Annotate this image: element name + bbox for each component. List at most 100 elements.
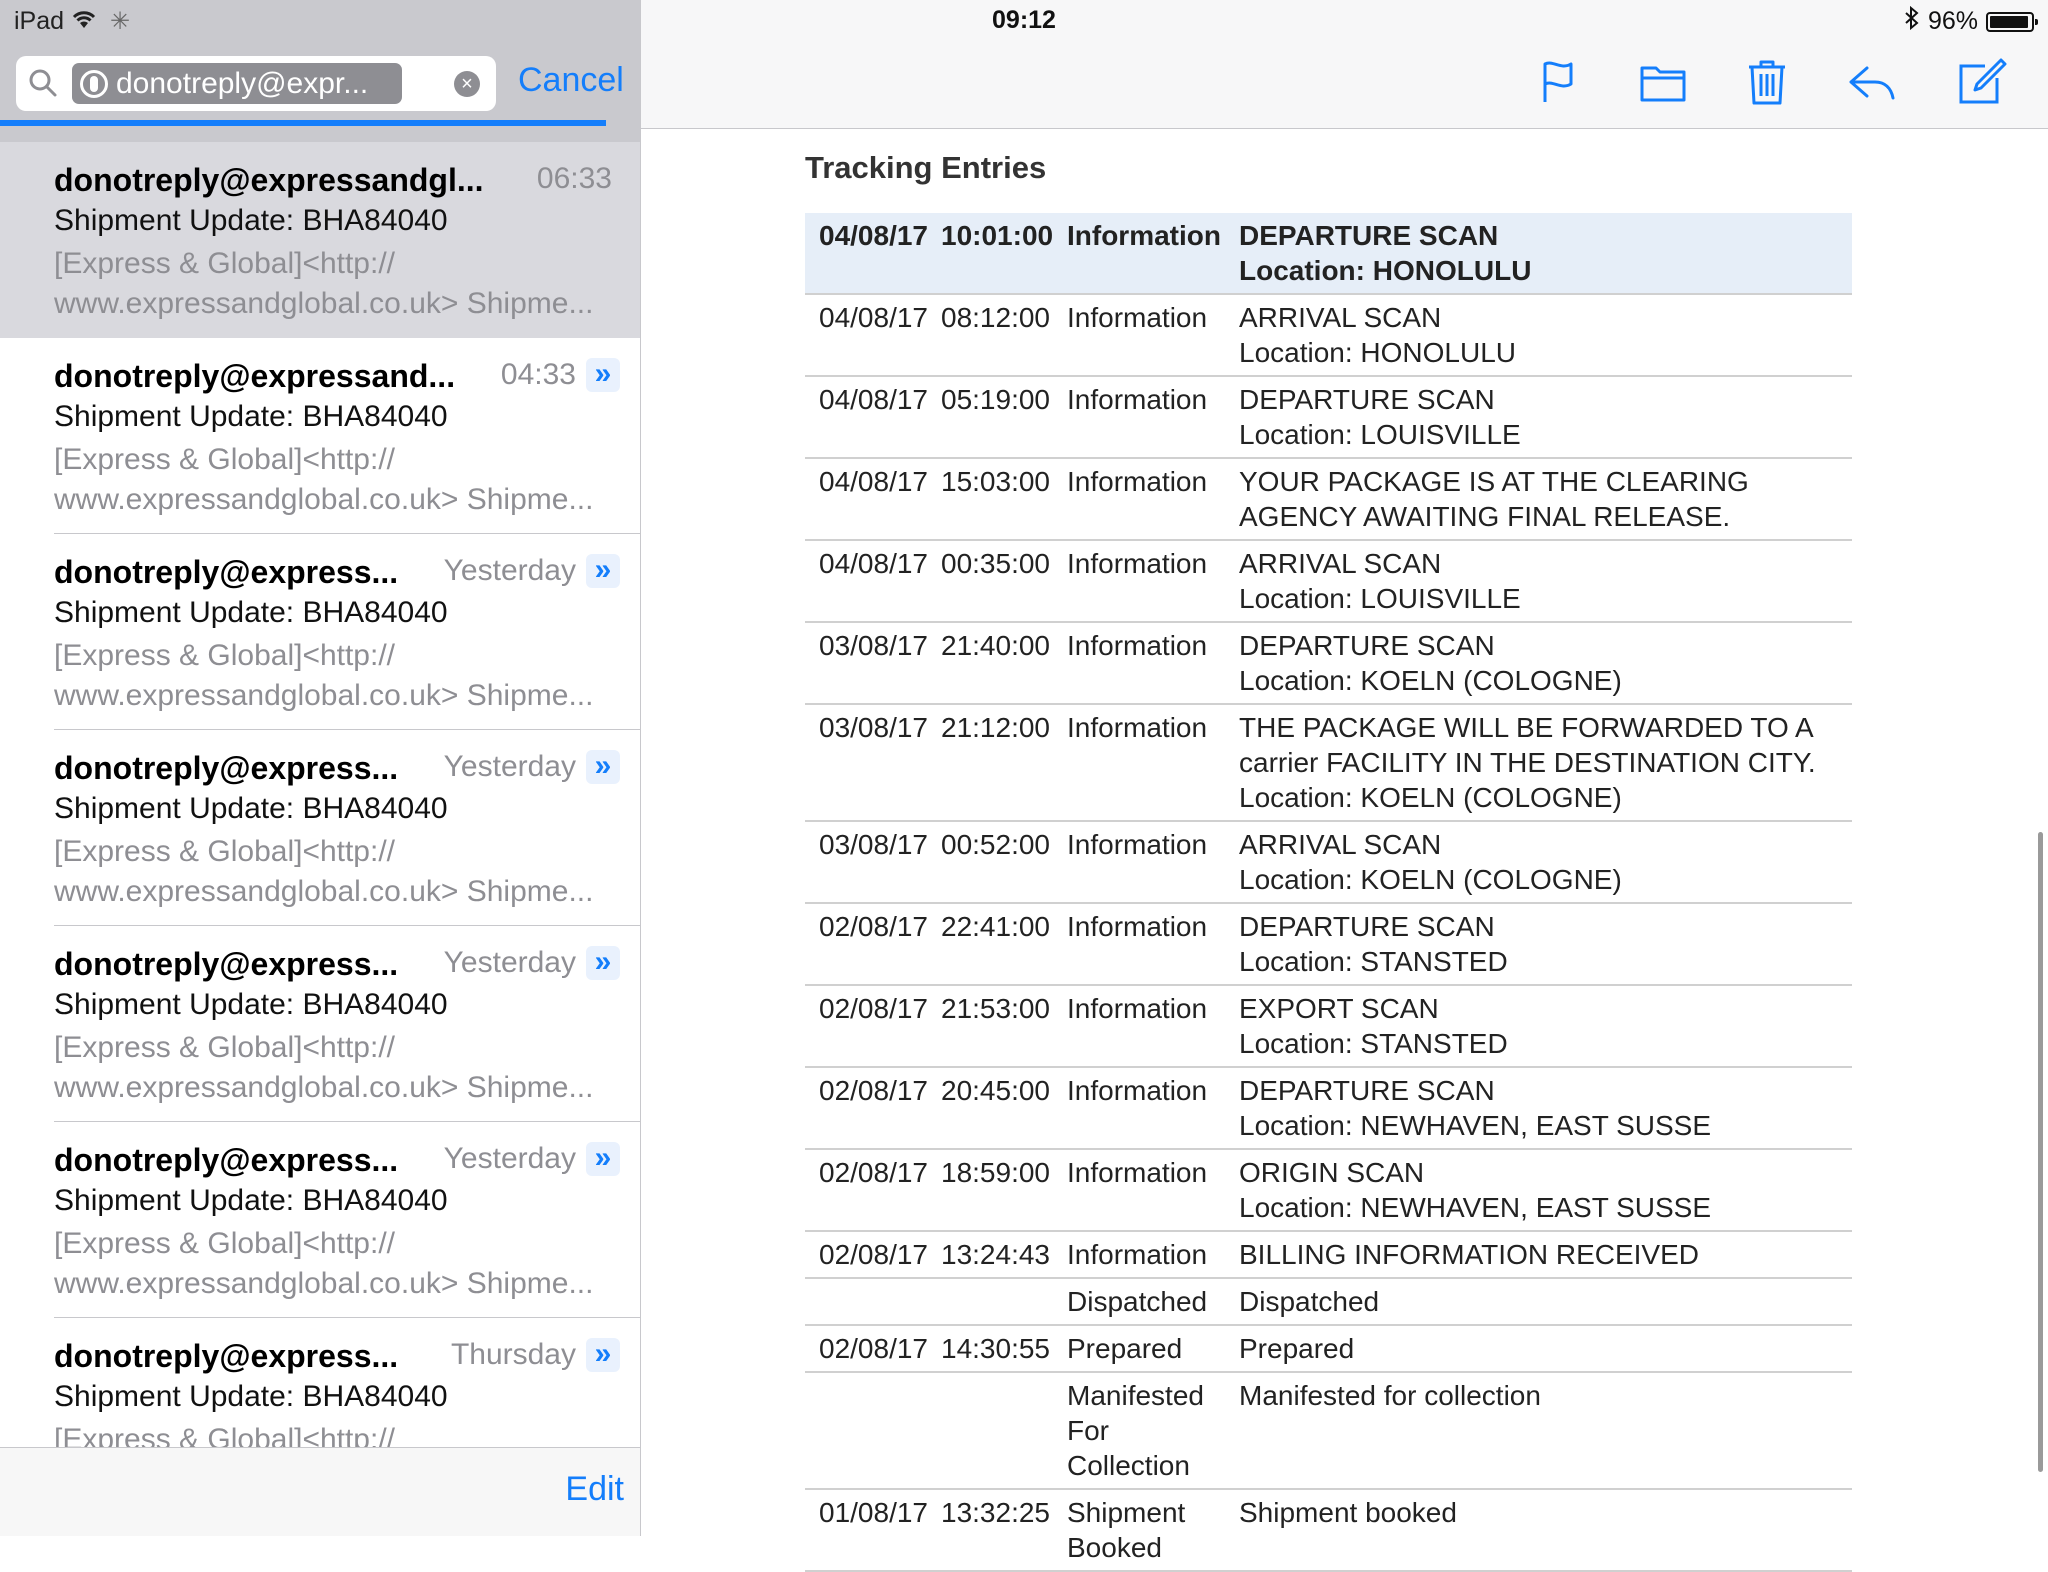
tracking-type: Manifested For Collection (1067, 1372, 1239, 1490)
tracking-title: Tracking Entries (805, 150, 1047, 185)
mailbox-footer: Edit (0, 1447, 640, 1536)
message-sender: donotreply@express... (54, 1142, 399, 1178)
message-time: 04:33 (500, 358, 576, 391)
thread-icon[interactable]: » (586, 1142, 620, 1176)
thread-icon[interactable]: » (586, 946, 620, 980)
thread-icon[interactable]: » (586, 1338, 620, 1372)
thread-icon[interactable]: » (586, 750, 620, 784)
message-preview: [Express & Global]<http:// www.expressan… (54, 1028, 614, 1108)
compose-button[interactable] (1955, 56, 2007, 108)
tracking-time: 20:45:00 (941, 1067, 1067, 1150)
tracking-time: 22:41:00 (941, 903, 1067, 986)
tracking-date: 03/08/17 (805, 704, 941, 822)
scrollbar[interactable] (2038, 832, 2043, 1472)
tracking-row: 03/08/17 00:52:00 Information ARRIVAL SCAN L… (805, 821, 1852, 904)
edit-button[interactable]: Edit (565, 1470, 624, 1509)
trash-button[interactable] (1741, 56, 1793, 108)
tracking-row: 01/08/17 13:32:25 Shipment Booked Shipment … (805, 1489, 1852, 1572)
tracking-row: 02/08/17 21:53:00 Information EXPORT SCAN Lo… (805, 985, 1852, 1068)
tracking-row: 02/08/17 22:41:00 Information DEPARTURE SCA… (805, 903, 1852, 986)
tracking-date (805, 1372, 941, 1490)
battery-level (1990, 15, 2029, 28)
message-item[interactable]: donotreply@express... Yesterday » Shipme… (0, 730, 640, 926)
tracking-row: 04/08/17 15:03:00 Information YOUR PACKAGE … (805, 458, 1852, 541)
tracking-time: 00:35:00 (941, 540, 1067, 623)
mailbox-pane: iPad ✳ donotreply@expr... × Cancel donot… (0, 0, 641, 1536)
message-item[interactable]: donotreply@express... Yesterday » Shipme… (0, 1122, 640, 1318)
tracking-date: 04/08/17 (805, 294, 941, 377)
message-preview: [Express & Global]<http:// (54, 1420, 614, 1447)
tracking-time: 00:52:00 (941, 821, 1067, 904)
reply-button[interactable] (1845, 56, 1897, 108)
tracking-time: 15:03:00 (941, 458, 1067, 541)
message-preview-line: [Express & Global]<http:// (54, 247, 396, 280)
search-icon (28, 68, 58, 103)
message-preview-line: www.expressandglobal.co.uk> Shipme... (54, 875, 594, 908)
move-folder-button[interactable] (1637, 56, 1689, 108)
bluetooth-icon (1904, 5, 1920, 37)
message-item[interactable]: donotreply@express... Thursday » Shipmen… (0, 1318, 640, 1447)
tracking-row: Dispatched Dispatched (805, 1278, 1852, 1326)
tracking-description-line: ARRIVAL SCAN (1239, 302, 1442, 333)
tracking-row: 02/08/17 18:59:00 Information ORIGIN SCAN Lo… (805, 1149, 1852, 1232)
flag-icon (1543, 61, 1573, 102)
tracking-description: DEPARTURE SCAN Location: STANSTED (1239, 903, 1852, 986)
tracking-description: ARRIVAL SCAN Location: HONOLULU (1239, 294, 1852, 377)
message-item[interactable]: donotreply@express... Yesterday » Shipme… (0, 534, 640, 730)
message-preview-line: www.expressandglobal.co.uk> Shipme... (54, 679, 594, 712)
message-preview-line: www.expressandglobal.co.uk> Shipme... (54, 287, 594, 320)
tracking-description: YOUR PACKAGE IS AT THE CLEARING AGENCY AW… (1239, 458, 1852, 541)
tracking-description: Manifested for collection (1239, 1372, 1852, 1490)
tracking-time: 10:01:00 (941, 213, 1067, 295)
tracking-description-line: ORIGIN SCAN (1239, 1157, 1425, 1188)
tracking-description-line: THE PACKAGE WILL BE FORWARDED TO A (1239, 712, 1814, 743)
tracking-description-line: Location: HONOLULU (1239, 255, 1532, 286)
thread-icon[interactable]: » (586, 358, 620, 392)
cancel-button[interactable]: Cancel (518, 61, 624, 100)
tracking-description-line: BILLING INFORMATION RECEIVED (1239, 1239, 1699, 1270)
tracking-description-line: Dispatched (1239, 1286, 1380, 1317)
tracking-type: Information (1067, 903, 1239, 986)
status-time: 09:12 (992, 6, 1056, 34)
message-item[interactable]: donotreply@express... Yesterday » Shipme… (0, 926, 640, 1122)
tracking-time: 13:32:25 (941, 1489, 1067, 1572)
tracking-description-line: carrier FACILITY IN THE DESTINATION CITY… (1239, 747, 1816, 778)
search-token-text: donotreply@expr... (116, 66, 369, 100)
tracking-type: Information (1067, 458, 1239, 541)
message-subject: Shipment Update: BHA84040 (54, 400, 448, 433)
message-sender: donotreply@express... (54, 1338, 399, 1374)
message-time: Thursday (450, 1338, 576, 1371)
tracking-description: DEPARTURE SCAN Location: LOUISVILLE (1239, 376, 1852, 459)
tracking-description-line: ARRIVAL SCAN (1239, 548, 1442, 579)
tracking-row: 02/08/17 20:45:00 Information DEPARTURE SCA… (805, 1067, 1852, 1150)
tracking-date: 03/08/17 (805, 821, 941, 904)
clear-search-button[interactable]: × (454, 71, 480, 97)
tracking-description: ARRIVAL SCAN Location: KOELN (COLOGNE) (1239, 821, 1852, 904)
message-subject: Shipment Update: BHA84040 (54, 596, 448, 629)
tracking-description-line: Location: LOUISVILLE (1239, 583, 1521, 614)
tracking-time (941, 1372, 1067, 1490)
tracking-time: 14:30:55 (941, 1325, 1067, 1373)
tracking-description: ARRIVAL SCAN Location: LOUISVILLE (1239, 540, 1852, 623)
tracking-description: Prepared (1239, 1325, 1852, 1373)
message-preview-line: [Express & Global]<http:// (54, 1031, 396, 1064)
tracking-description: THE PACKAGE WILL BE FORWARDED TO A carrie… (1239, 704, 1852, 822)
tracking-date: 04/08/17 (805, 458, 941, 541)
tracking-description: EXPORT SCAN Location: STANSTED (1239, 985, 1852, 1068)
tracking-date: 02/08/17 (805, 903, 941, 986)
tracking-time: 21:12:00 (941, 704, 1067, 822)
tracking-date: 04/08/17 (805, 540, 941, 623)
folder-icon (1640, 66, 1686, 102)
search-field[interactable]: donotreply@expr... × (16, 56, 496, 111)
tracking-type: Information (1067, 821, 1239, 904)
flag-button[interactable] (1533, 56, 1585, 108)
message-item[interactable]: donotreply@expressand... 04:33 » Shipmen… (0, 338, 640, 534)
tracking-row: 02/08/17 13:24:43 Information BILLING INFOR… (805, 1231, 1852, 1279)
thread-icon[interactable]: » (586, 554, 620, 588)
message-item[interactable]: donotreply@expressandgl... 06:33 Shipmen… (0, 142, 640, 338)
tracking-type: Information (1067, 540, 1239, 623)
message-preview: [Express & Global]<http:// www.expressan… (54, 636, 614, 716)
search-token[interactable]: donotreply@expr... (72, 63, 402, 104)
message-preview-line: www.expressandglobal.co.uk> Shipme... (54, 1267, 594, 1300)
tracking-type: Dispatched (1067, 1278, 1239, 1326)
